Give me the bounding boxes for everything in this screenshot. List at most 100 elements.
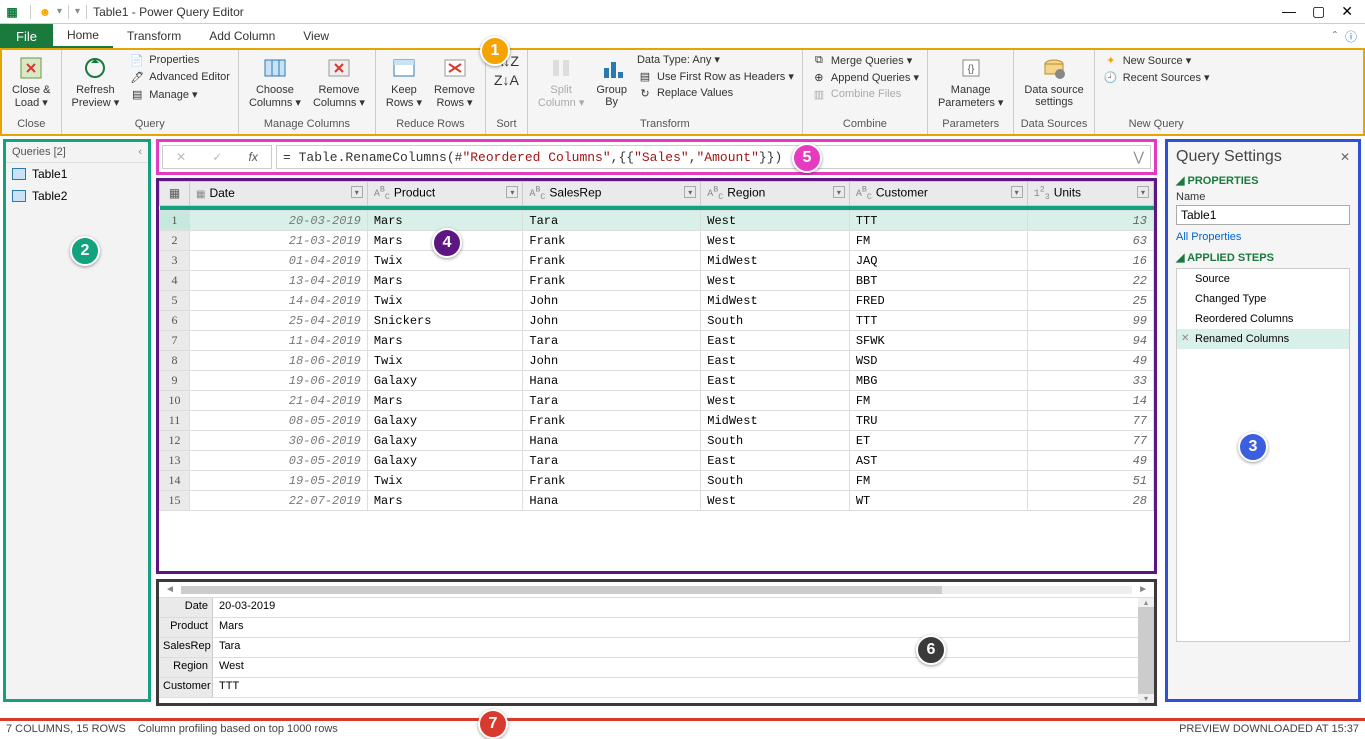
close-load-button[interactable]: Close & Load ▾ [8, 52, 55, 111]
cell[interactable]: John [523, 311, 701, 331]
table-row[interactable]: 221-03-2019MarsFrankWestFM63 [160, 231, 1154, 251]
cell[interactable]: Tara [523, 451, 701, 471]
cell[interactable]: South [701, 311, 850, 331]
query-item[interactable]: Table2 [6, 185, 148, 207]
cell[interactable]: 20-03-2019 [190, 211, 368, 231]
cell[interactable]: East [701, 371, 850, 391]
table-row[interactable]: 301-04-2019TwixFrankMidWestJAQ16 [160, 251, 1154, 271]
cell[interactable]: Twix [367, 471, 523, 491]
table-row[interactable]: 919-06-2019GalaxyHanaEastMBG33 [160, 371, 1154, 391]
help-icon[interactable]: ⓘ [1345, 28, 1357, 45]
filter-dropdown-icon[interactable]: ▾ [684, 186, 696, 198]
cell[interactable]: Galaxy [367, 451, 523, 471]
row-number[interactable]: 15 [160, 491, 190, 511]
cell[interactable]: 30-06-2019 [190, 431, 368, 451]
cell[interactable]: 77 [1027, 411, 1153, 431]
cell[interactable]: 33 [1027, 371, 1153, 391]
file-tab[interactable]: File [0, 24, 53, 48]
cell[interactable]: 63 [1027, 231, 1153, 251]
column-header[interactable]: ABCCustomer▾ [849, 182, 1027, 206]
fx-icon[interactable]: fx [249, 150, 258, 164]
row-number[interactable]: 11 [160, 411, 190, 431]
new-source-button[interactable]: ✦New Source ▾ [1101, 52, 1212, 68]
vertical-scrollbar[interactable]: ▴▾ [1138, 598, 1154, 703]
cell[interactable]: 03-05-2019 [190, 451, 368, 471]
minimize-button[interactable]: — [1282, 3, 1296, 20]
cell[interactable]: Galaxy [367, 431, 523, 451]
horizontal-scrollbar[interactable]: ◄► [159, 582, 1154, 598]
cell[interactable]: West [701, 391, 850, 411]
column-header[interactable]: ABCRegion▾ [701, 182, 850, 206]
formula-bar[interactable]: = Table.RenameColumns(#"Reordered Column… [276, 145, 1151, 169]
cell[interactable]: 99 [1027, 311, 1153, 331]
row-number[interactable]: 6 [160, 311, 190, 331]
cell[interactable]: West [701, 271, 850, 291]
row-number[interactable]: 13 [160, 451, 190, 471]
cell[interactable]: MidWest [701, 251, 850, 271]
cell[interactable]: Snickers [367, 311, 523, 331]
query-name-input[interactable] [1176, 205, 1350, 225]
cell[interactable]: WSD [849, 351, 1027, 371]
cell[interactable]: 11-04-2019 [190, 331, 368, 351]
cell[interactable]: Mars [367, 271, 523, 291]
table-row[interactable]: 120-03-2019MarsTaraWestTTT13 [160, 211, 1154, 231]
select-all-corner[interactable]: ▦ [160, 182, 190, 206]
column-header[interactable]: ▦Date▾ [190, 182, 368, 206]
cell[interactable]: John [523, 351, 701, 371]
cell[interactable]: West [701, 491, 850, 511]
cancel-formula-icon[interactable]: ✕ [176, 150, 186, 164]
column-header[interactable]: ABCSalesRep▾ [523, 182, 701, 206]
remove-rows-button[interactable]: Remove Rows ▾ [430, 52, 479, 111]
cell[interactable]: TTT [849, 211, 1027, 231]
cell[interactable]: AST [849, 451, 1027, 471]
cell[interactable]: FM [849, 471, 1027, 491]
cell[interactable]: West [701, 211, 850, 231]
cell[interactable]: FM [849, 231, 1027, 251]
refresh-preview-button[interactable]: Refresh Preview ▾ [68, 52, 124, 111]
cell[interactable]: 21-04-2019 [190, 391, 368, 411]
cell[interactable]: Tara [523, 331, 701, 351]
cell[interactable]: Mars [367, 331, 523, 351]
replace-values-button[interactable]: ↻Replace Values [635, 85, 796, 101]
cell[interactable]: 19-06-2019 [190, 371, 368, 391]
datatype-button[interactable]: Data Type: Any ▾ [635, 52, 796, 67]
filter-dropdown-icon[interactable]: ▾ [1011, 186, 1023, 198]
cell[interactable]: JAQ [849, 251, 1027, 271]
cell[interactable]: Frank [523, 231, 701, 251]
cell[interactable]: 49 [1027, 351, 1153, 371]
manage-button[interactable]: ▤Manage ▾ [127, 86, 232, 102]
close-settings-icon[interactable]: ✕ [1340, 150, 1350, 164]
transform-tab[interactable]: Transform [113, 24, 195, 48]
cell[interactable]: MidWest [701, 411, 850, 431]
table-row[interactable]: 514-04-2019TwixJohnMidWestFRED25 [160, 291, 1154, 311]
cell[interactable]: South [701, 471, 850, 491]
table-row[interactable]: 413-04-2019MarsFrankWestBBT22 [160, 271, 1154, 291]
cell[interactable]: East [701, 351, 850, 371]
cell[interactable]: Hana [523, 431, 701, 451]
cell[interactable]: TRU [849, 411, 1027, 431]
cell[interactable]: 14 [1027, 391, 1153, 411]
cell[interactable]: 13-04-2019 [190, 271, 368, 291]
cell[interactable]: Frank [523, 411, 701, 431]
cell[interactable]: 49 [1027, 451, 1153, 471]
cell[interactable]: 94 [1027, 331, 1153, 351]
cell[interactable]: 25-04-2019 [190, 311, 368, 331]
cell[interactable]: 22 [1027, 271, 1153, 291]
maximize-button[interactable]: ▢ [1312, 3, 1325, 20]
cell[interactable]: FRED [849, 291, 1027, 311]
applied-step[interactable]: Reordered Columns [1177, 309, 1349, 329]
cell[interactable]: WT [849, 491, 1027, 511]
applied-step[interactable]: Changed Type [1177, 289, 1349, 309]
cell[interactable]: 13 [1027, 211, 1153, 231]
group-by-button[interactable]: Group By [592, 52, 631, 110]
table-row[interactable]: 818-06-2019TwixJohnEastWSD49 [160, 351, 1154, 371]
ribbon-collapse-icon[interactable]: ˆ [1333, 29, 1337, 43]
cell[interactable]: 22-07-2019 [190, 491, 368, 511]
cell[interactable]: BBT [849, 271, 1027, 291]
cell[interactable]: West [701, 231, 850, 251]
cell[interactable]: SFWK [849, 331, 1027, 351]
remove-columns-button[interactable]: Remove Columns ▾ [309, 52, 369, 111]
cell[interactable]: 18-06-2019 [190, 351, 368, 371]
row-number[interactable]: 10 [160, 391, 190, 411]
all-properties-link[interactable]: All Properties [1176, 231, 1350, 243]
